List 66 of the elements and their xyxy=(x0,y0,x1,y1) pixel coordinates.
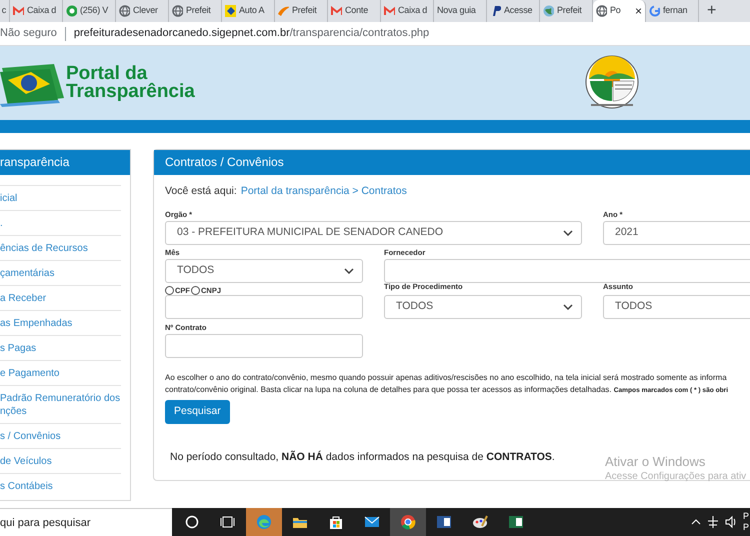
clock-text[interactable]: P xyxy=(742,511,749,522)
security-label[interactable]: Não seguro xyxy=(0,25,57,42)
sidebar-link[interactable]: . xyxy=(0,210,121,235)
palette-icon xyxy=(472,514,488,530)
globe-icon xyxy=(119,5,130,17)
circle-icon xyxy=(184,514,200,530)
city-crest-icon xyxy=(584,55,639,111)
sidebar-link[interactable]: as Empenhadas xyxy=(0,310,121,335)
spreadsheet-icon xyxy=(508,514,524,530)
search-button[interactable]: Pesquisar xyxy=(165,400,230,424)
logo-text: Portal da xyxy=(66,65,148,83)
input-field[interactable] xyxy=(165,334,363,358)
chevron-up-icon[interactable] xyxy=(690,518,701,526)
dropdown-select[interactable]: TODOS xyxy=(384,294,582,319)
shopping-bag-icon xyxy=(328,514,344,530)
panel-title: Contratos / Convênios xyxy=(154,150,750,175)
dropdown-select[interactable]: TODOS xyxy=(165,258,363,283)
sidebar-link[interactable]: s Contábeis xyxy=(0,473,121,498)
address-url[interactable]: prefeituradesenadorcanedo.sigepnet.com.br/transparencia/contratos.php xyxy=(74,25,430,42)
logo-text: Transparência xyxy=(66,83,195,101)
network-icon[interactable] xyxy=(706,515,719,529)
globe-icon xyxy=(172,5,183,17)
taskbar-search-field[interactable]: qui para pesquisar xyxy=(0,508,172,536)
breadcrumb-link[interactable]: Portal da transparência > Contratos xyxy=(240,184,407,200)
document-icon xyxy=(436,514,452,530)
swoosh-icon xyxy=(278,5,289,17)
sidebar-link[interactable]: Padrão Remuneratório dos nções xyxy=(0,385,121,423)
mail-icon xyxy=(364,514,380,530)
chat-icon xyxy=(66,5,77,17)
input-field[interactable] xyxy=(165,294,363,319)
sidebar-title: ransparência xyxy=(0,150,130,175)
mail-icon xyxy=(13,5,24,17)
mail-icon xyxy=(331,5,342,17)
google-icon xyxy=(649,5,660,17)
chevron-down-icon xyxy=(563,304,573,310)
task-view-icon xyxy=(220,514,236,530)
chevron-down-icon xyxy=(563,230,573,236)
browser-tab[interactable]: Po × xyxy=(593,0,646,22)
result-message: No período consultado, NÃO HÁ dados informados na pesquisa de CONTRATOS. xyxy=(170,450,555,465)
chevron-down-icon xyxy=(344,268,354,274)
activation-text: Ativar o Windows xyxy=(605,454,706,470)
new-tab-button[interactable]: + xyxy=(707,0,716,22)
sidebar-link[interactable]: de Veículos xyxy=(0,448,121,473)
sidebar-link[interactable]: e Pagamento xyxy=(0,360,121,385)
earth-icon xyxy=(543,5,554,17)
sidebar-link[interactable]: çamentárias xyxy=(0,260,121,285)
dropdown-select[interactable]: 2021 xyxy=(603,220,750,245)
sidebar-link[interactable]: a Receber xyxy=(0,285,121,310)
pay-icon xyxy=(490,5,501,17)
close-icon[interactable]: × xyxy=(634,5,642,17)
dropdown-select[interactable]: TODOS xyxy=(603,294,750,319)
clock-text[interactable]: P xyxy=(742,522,749,533)
globe-icon xyxy=(596,5,607,17)
browser-icon xyxy=(256,514,272,530)
breadcrumb-label: Você está aqui: xyxy=(165,184,237,199)
mail-icon xyxy=(384,5,395,17)
chrome-icon xyxy=(400,514,416,530)
bank-icon xyxy=(225,5,236,17)
speaker-icon[interactable] xyxy=(724,515,737,529)
sidebar-link[interactable]: icial xyxy=(0,185,121,210)
dropdown-select[interactable]: 03 - PREFEITURA MUNICIPAL DE SENADOR CANEDO xyxy=(165,220,582,245)
sidebar-link[interactable]: s Pagas xyxy=(0,335,121,360)
sidebar-link[interactable]: s / Convênios xyxy=(0,423,121,448)
activation-text: Acesse Configurações para ativ xyxy=(605,470,746,484)
input-field[interactable] xyxy=(384,258,750,283)
sidebar-link[interactable]: ências de Recursos xyxy=(0,235,121,260)
